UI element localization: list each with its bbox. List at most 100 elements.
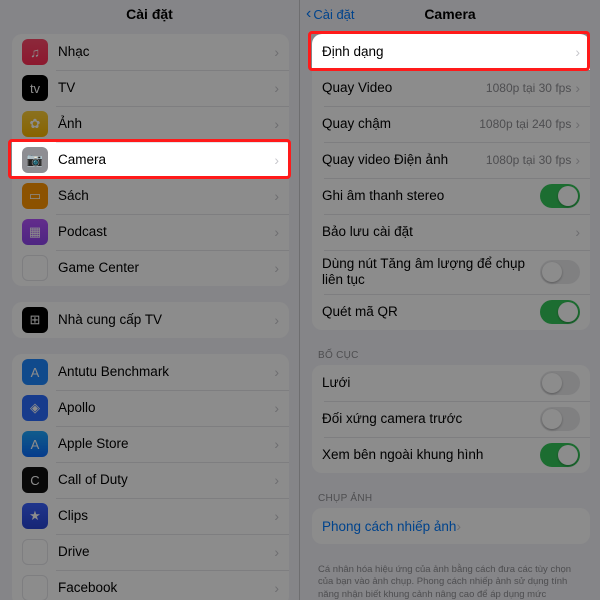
camera-icon: 📷 — [22, 147, 48, 173]
section-header: CHỤP ẢNH — [312, 489, 590, 508]
chevron-right-icon: › — [274, 312, 279, 328]
chevron-right-icon: › — [575, 44, 580, 60]
settings-detail-pane: ‹ Cài đặt Camera Định dạng›Quay Video108… — [300, 0, 600, 600]
settings-row-game-center[interactable]: ●●Game Center› — [12, 250, 289, 286]
chevron-right-icon: › — [274, 472, 279, 488]
row-label: Call of Duty — [58, 472, 274, 488]
settings-row-nhạc[interactable]: ♫Nhạc› — [12, 34, 289, 70]
right-title: Camera — [424, 6, 475, 22]
settings-row-ảnh[interactable]: ✿Ảnh› — [12, 106, 289, 142]
settings-row-camera[interactable]: 📷 Camera› — [12, 142, 289, 178]
row-label: Nhà cung cấp TV — [58, 312, 274, 328]
toggle-switch[interactable] — [540, 300, 580, 324]
row-label: Apollo — [58, 400, 274, 416]
chevron-right-icon: › — [456, 518, 461, 534]
detail-row[interactable]: Quay Video1080p tại 30 fps › — [312, 70, 590, 106]
row-label: Quay video Điện ảnh — [322, 152, 486, 168]
section-footer: Cá nhân hóa hiệu ứng của ảnh bằng cách đ… — [312, 560, 590, 600]
apollo-icon: ◈ — [22, 395, 48, 421]
chevron-right-icon: › — [274, 364, 279, 380]
detail-row[interactable]: Quay video Điện ảnh1080p tại 30 fps › — [312, 142, 590, 178]
chevron-right-icon: › — [274, 436, 279, 452]
settings-row-nhà-cung-cấp-tv[interactable]: ⊞ Nhà cung cấp TV› — [12, 302, 289, 338]
detail-row: Đối xứng camera trước — [312, 401, 590, 437]
drive-icon: ▲ — [22, 539, 48, 565]
chevron-right-icon: › — [274, 260, 279, 276]
right-navbar: ‹ Cài đặt Camera — [300, 0, 600, 28]
cod-icon: C — [22, 467, 48, 493]
fb-icon: f — [22, 575, 48, 600]
row-label: Antutu Benchmark — [58, 364, 274, 380]
row-label: Podcast — [58, 224, 274, 240]
detail-row: Xem bên ngoài khung hình — [312, 437, 590, 473]
tvprovider-icon: ⊞ — [22, 307, 48, 333]
toggle-switch[interactable] — [540, 371, 580, 395]
chevron-right-icon: › — [274, 544, 279, 560]
chevron-right-icon: › — [575, 224, 580, 240]
chevron-right-icon: › — [274, 152, 279, 168]
chevron-right-icon: › — [274, 580, 279, 596]
books-icon: ▭ — [22, 183, 48, 209]
section-header: BỐ CỤC — [312, 346, 590, 365]
settings-row-sách[interactable]: ▭ Sách› — [12, 178, 289, 214]
row-value: 1080p tại 240 fps — [479, 117, 571, 131]
toggle-switch[interactable] — [540, 184, 580, 208]
row-label: Lưới — [322, 375, 540, 391]
row-label: Bảo lưu cài đặt — [322, 224, 575, 240]
detail-row: Dùng nút Tăng âm lượng để chụp liên tục — [312, 250, 590, 294]
detail-row[interactable]: Quay chậm1080p tại 240 fps › — [312, 106, 590, 142]
row-label: TV — [58, 80, 274, 96]
row-value: 1080p tại 30 fps — [486, 81, 571, 95]
row-label: Phong cách nhiếp ảnh — [322, 519, 456, 534]
detail-row[interactable]: Phong cách nhiếp ảnh› — [312, 508, 590, 544]
row-label: Định dạng — [322, 44, 575, 60]
row-label: Quay chậm — [322, 116, 479, 132]
detail-row[interactable]: Bảo lưu cài đặt› — [312, 214, 590, 250]
settings-master-pane: Cài đặt ♫Nhạc›tvTV›✿Ảnh›📷Camera›▭Sách›▦P… — [0, 0, 300, 600]
chevron-right-icon: › — [575, 116, 580, 132]
settings-row-facebook[interactable]: f Facebook› — [12, 570, 289, 600]
row-value: 1080p tại 30 fps — [486, 153, 571, 167]
settings-row-tv[interactable]: tv TV› — [12, 70, 289, 106]
row-label: Camera — [58, 152, 274, 168]
chevron-right-icon: › — [274, 508, 279, 524]
settings-row-apple-store[interactable]: AApple Store› — [12, 426, 289, 462]
settings-row-podcast[interactable]: ▦Podcast› — [12, 214, 289, 250]
row-label: Đối xứng camera trước — [322, 411, 540, 427]
chevron-right-icon: › — [274, 44, 279, 60]
row-label: Drive — [58, 544, 274, 560]
row-label: Dùng nút Tăng âm lượng để chụp liên tục — [322, 256, 540, 288]
row-label: Xem bên ngoài khung hình — [322, 447, 540, 463]
back-label: Cài đặt — [313, 7, 354, 22]
appstore-icon: A — [22, 431, 48, 457]
settings-row-call-of-duty[interactable]: C Call of Duty› — [12, 462, 289, 498]
photos-icon: ✿ — [22, 111, 48, 137]
chevron-left-icon: ‹ — [306, 6, 311, 22]
chevron-right-icon: › — [575, 152, 580, 168]
chevron-right-icon: › — [274, 80, 279, 96]
antutu-icon: A — [22, 359, 48, 385]
clips-icon: ★ — [22, 503, 48, 529]
back-button[interactable]: ‹ Cài đặt — [306, 6, 355, 22]
row-label: Game Center — [58, 260, 274, 276]
settings-row-apollo[interactable]: ◈Apollo› — [12, 390, 289, 426]
row-label: Sách — [58, 188, 274, 204]
chevron-right-icon: › — [274, 188, 279, 204]
row-label: Facebook — [58, 580, 274, 596]
toggle-switch[interactable] — [540, 443, 580, 467]
settings-row-drive[interactable]: ▲ Drive› — [12, 534, 289, 570]
detail-row: Lưới — [312, 365, 590, 401]
row-label: Ghi âm thanh stereo — [322, 188, 540, 204]
row-label: Quay Video — [322, 80, 486, 96]
toggle-switch[interactable] — [540, 407, 580, 431]
chevron-right-icon: › — [575, 80, 580, 96]
row-label: Clips — [58, 508, 274, 524]
tv-icon: tv — [22, 75, 48, 101]
left-navbar: Cài đặt — [0, 0, 299, 28]
settings-row-clips[interactable]: ★ Clips› — [12, 498, 289, 534]
row-label: Ảnh — [58, 116, 274, 132]
settings-row-antutu-benchmark[interactable]: A Antutu Benchmark› — [12, 354, 289, 390]
detail-row[interactable]: Định dạng› — [312, 34, 590, 70]
music-icon: ♫ — [22, 39, 48, 65]
toggle-switch[interactable] — [540, 260, 580, 284]
